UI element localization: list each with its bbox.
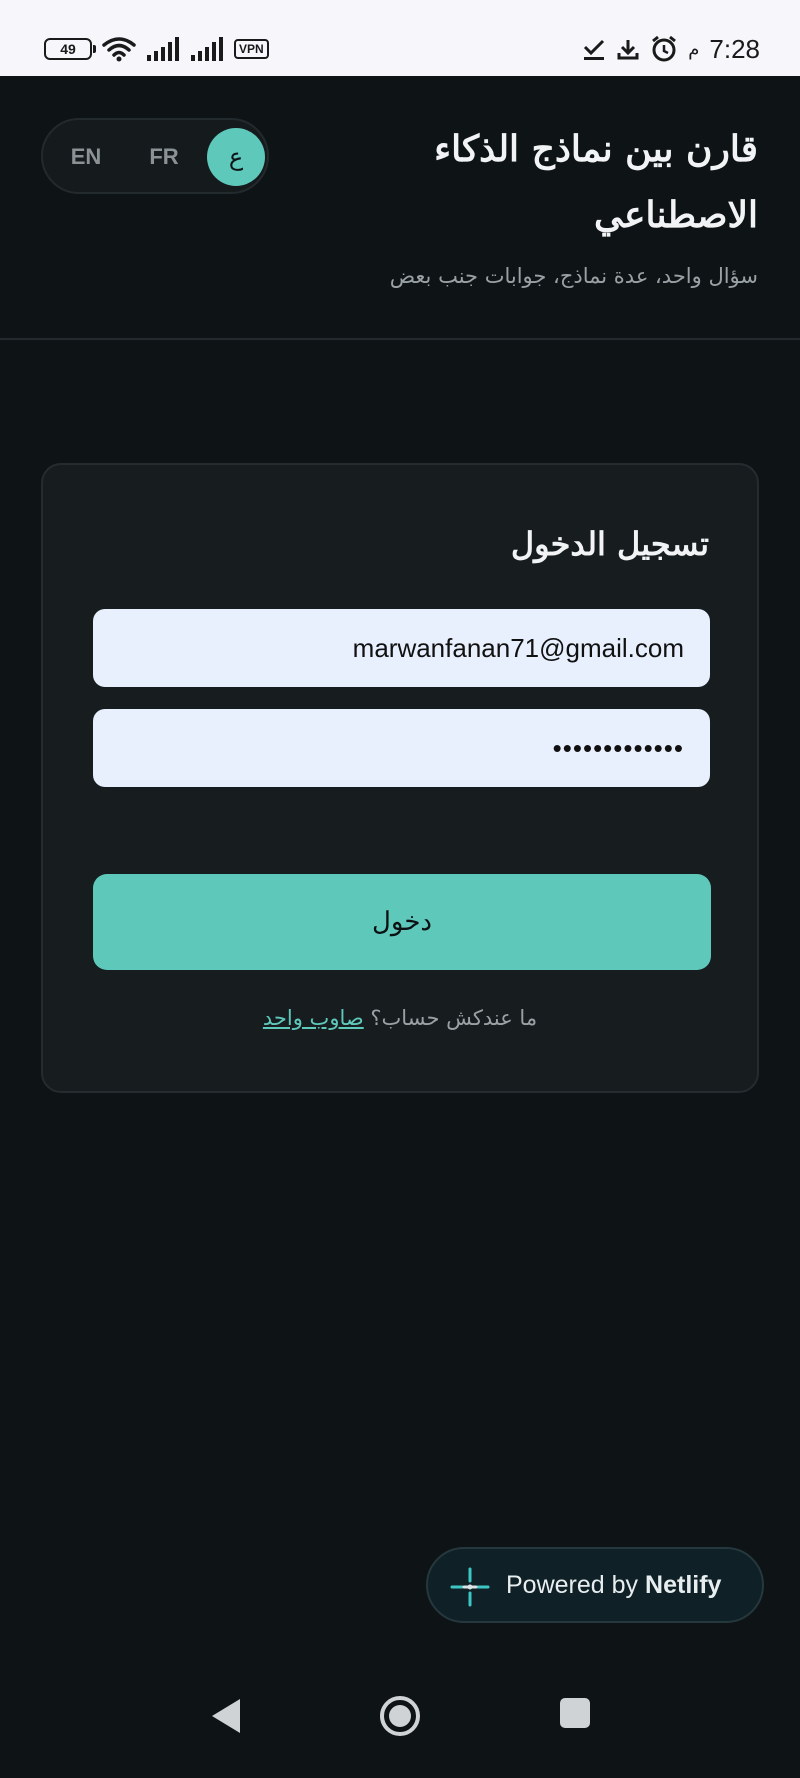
signup-row: ما عندكش حساب؟ صاوب واحد <box>43 1006 757 1030</box>
back-icon[interactable] <box>208 1696 244 1736</box>
lang-button-fr[interactable]: FR <box>135 128 193 186</box>
login-button[interactable]: دخول <box>93 874 711 970</box>
check-download-icon <box>584 39 605 60</box>
password-field[interactable]: ••••••••••••• <box>93 709 710 787</box>
login-title: تسجيل الدخول <box>510 525 709 563</box>
signal-icon <box>147 37 179 61</box>
signup-prompt: ما عندكش حساب؟ <box>370 1006 538 1030</box>
app-header: EN FR ع قارن بين نماذج الذكاء الاصطناعي … <box>0 76 800 340</box>
page-title: قارن بين نماذج الذكاء الاصطناعي <box>434 128 758 236</box>
status-left: 49 VPN <box>44 34 269 64</box>
netlify-brand: Netlify <box>645 1570 722 1599</box>
netlify-badge[interactable]: Powered by Netlify <box>426 1547 764 1623</box>
netlify-prefix: Powered by <box>506 1570 639 1599</box>
signal-icon-2 <box>191 37 223 61</box>
system-nav-bar <box>0 1660 800 1778</box>
ampm-label: م <box>688 38 700 60</box>
status-bar: 49 VPN م 7:28 <box>0 0 800 76</box>
email-field[interactable] <box>93 609 710 687</box>
lang-button-en[interactable]: EN <box>57 128 115 186</box>
password-value: ••••••••••••• <box>552 732 684 763</box>
battery-icon: 49 <box>44 38 96 60</box>
alarm-icon <box>652 35 677 62</box>
netlify-text: Powered by Netlify <box>506 1549 721 1621</box>
language-switcher: EN FR ع <box>41 118 269 194</box>
signup-link[interactable]: صاوب واحد <box>263 1006 364 1030</box>
recent-apps-icon[interactable] <box>558 1696 592 1730</box>
download-icon <box>617 40 639 60</box>
home-icon[interactable] <box>378 1696 422 1740</box>
lang-button-ar[interactable]: ع <box>207 128 265 186</box>
status-right: م 7:28 <box>582 32 760 66</box>
clock: 7:28 <box>709 33 760 64</box>
battery-level: 49 <box>60 41 76 57</box>
wifi-icon <box>102 37 136 62</box>
page-subtitle: سؤال واحد، عدة نماذج، جوابات جنب بعض <box>389 264 758 288</box>
vpn-icon: VPN <box>234 39 269 59</box>
login-card: تسجيل الدخول ••••••••••••• دخول ما عندكش… <box>41 463 759 1093</box>
netlify-logo-icon <box>450 1567 490 1607</box>
